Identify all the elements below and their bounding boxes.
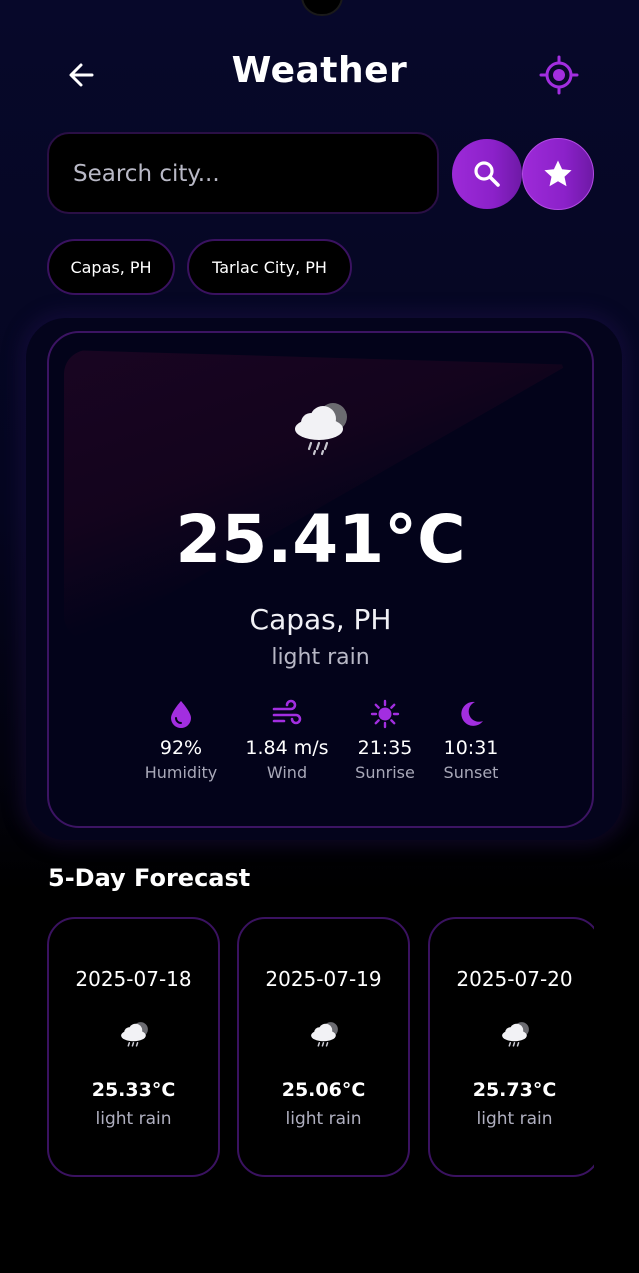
forecast-temperature: 25.06°C	[281, 1079, 366, 1101]
forecast-card[interactable]: 2025-07-20 25.73°C light rain	[428, 917, 594, 1177]
recent-city-chip[interactable]: Capas, PH	[47, 239, 175, 295]
cloud-rain-moon-icon	[295, 403, 347, 456]
search-button[interactable]	[452, 139, 522, 209]
forecast-card[interactable]: 2025-07-18 25.33°C light rain	[47, 917, 220, 1177]
current-temperature: 25.41°C	[175, 501, 466, 578]
current-location-button[interactable]	[538, 54, 580, 96]
forecast-date: 2025-07-18	[75, 967, 192, 991]
star-icon	[544, 160, 572, 187]
sunset-stat: 10:31 Sunset	[411, 699, 531, 782]
recent-city-chip[interactable]: Tarlac City, PH	[187, 239, 352, 295]
weather-description: light rain	[271, 645, 370, 670]
search-field	[47, 132, 439, 214]
search-icon	[474, 161, 500, 187]
camera-notch	[301, 0, 343, 16]
favorite-button[interactable]	[522, 138, 594, 210]
forecast-date: 2025-07-20	[456, 967, 573, 991]
droplet-icon	[171, 701, 191, 728]
humidity-label: Humidity	[144, 763, 218, 782]
sunset-label: Sunset	[443, 763, 499, 782]
current-city: Capas, PH	[249, 603, 392, 636]
forecast-date: 2025-07-19	[265, 967, 382, 991]
cloud-rain-moon-icon	[121, 1022, 148, 1047]
forecast-description: light rain	[285, 1109, 362, 1129]
cloud-rain-moon-icon	[502, 1022, 529, 1047]
cloud-rain-moon-icon	[311, 1022, 338, 1047]
forecast-temperature: 25.73°C	[472, 1079, 557, 1101]
forecast-description: light rain	[95, 1109, 172, 1129]
current-weather-card: 25.41°C Capas, PH light rain 92% Humidit…	[47, 331, 594, 828]
forecast-list[interactable]: 2025-07-18 25.33°C light rain 2025-07-19…	[47, 917, 594, 1179]
humidity-value: 92%	[159, 737, 203, 759]
app-screen: Weather Capas, PH Tarlac City, PH	[0, 0, 639, 1273]
forecast-description: light rain	[476, 1109, 553, 1129]
forecast-temperature: 25.33°C	[91, 1079, 176, 1101]
sun-icon	[370, 699, 400, 729]
wind-icon	[272, 699, 302, 725]
forecast-card[interactable]: 2025-07-19 25.06°C light rain	[237, 917, 410, 1177]
sunset-value: 10:31	[443, 737, 499, 759]
forecast-title: 5-Day Forecast	[48, 864, 251, 892]
humidity-stat: 92% Humidity	[121, 699, 241, 782]
moon-icon	[461, 701, 483, 726]
crosshair-location-icon	[539, 55, 579, 95]
search-input[interactable]	[71, 134, 425, 214]
